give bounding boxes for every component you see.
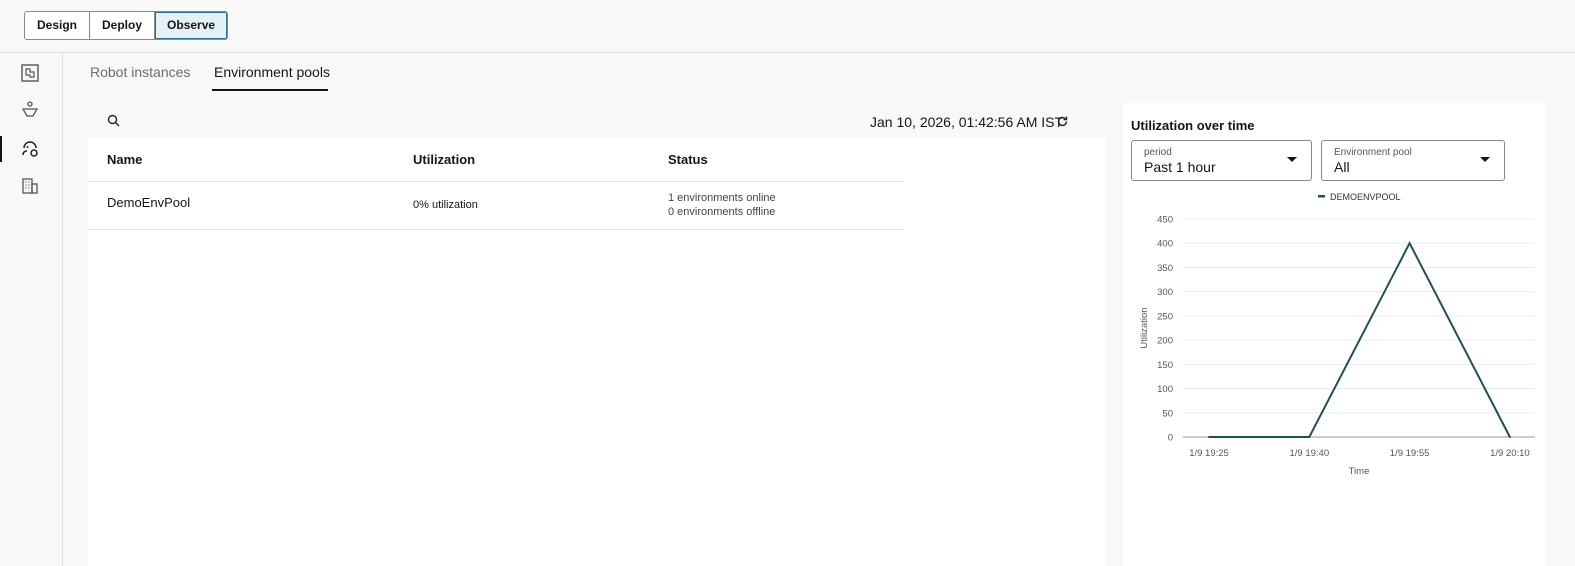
chevron-down-icon [1287,157,1297,162]
y-tick-label: 300 [1157,287,1173,298]
column-header-status[interactable]: Status [668,152,708,167]
data-point [1408,242,1411,245]
search-icon[interactable] [107,114,120,127]
x-tick-label: 1/9 19:40 [1289,448,1329,459]
y-tick-label: 400 [1157,239,1173,250]
x-tick-label: 1/9 19:25 [1189,448,1229,459]
y-axis-title: Utilization [1139,307,1150,348]
x-tick-label: 1/9 19:55 [1390,448,1430,459]
last-refreshed-timestamp: Jan 10, 2026, 01:42:56 AM IST [870,114,1064,130]
sidebar [0,53,63,566]
observe-button[interactable]: Observe [155,12,228,39]
y-tick-label: 450 [1157,215,1173,226]
tab-environment-pools[interactable]: Environment pools [214,64,330,80]
building-icon[interactable] [20,176,40,196]
environment-pool-value: All [1334,159,1350,175]
period-label: period [1144,147,1172,158]
chevron-down-icon [1480,157,1490,162]
robot-deploy-icon[interactable] [20,100,40,120]
panel-title: Utilization over time [1131,118,1255,133]
legend-swatch [1318,195,1325,198]
utilization-chart: DEMOENVPOOL 0 50 100 150 200 250 300 350 400 450 1/… [1139,192,1535,477]
y-tick-label: 150 [1157,360,1173,371]
x-axis-title: Time [1349,466,1370,477]
period-value: Past 1 hour [1144,159,1216,175]
design-button[interactable]: Design [25,12,91,39]
tab-robot-instances[interactable]: Robot instances [90,64,190,80]
data-point [1208,436,1210,438]
legend-label: DEMOENVPOOL [1330,192,1401,202]
y-tick-label: 250 [1157,311,1173,322]
data-point [1508,436,1511,438]
y-tick-label: 350 [1157,263,1173,274]
x-tick-label: 1/9 20:10 [1490,448,1530,459]
sidebar-selection-indicator [0,136,2,162]
pool-name[interactable]: DemoEnvPool [107,195,190,210]
deploy-button[interactable]: Deploy [90,12,156,39]
pool-status-offline: 0 environments offline [668,206,776,218]
divider [88,229,904,230]
environment-pools-table [88,138,1106,566]
active-tab-indicator [212,89,328,91]
column-header-name[interactable]: Name [107,152,142,167]
y-tick-label: 50 [1162,408,1173,419]
mode-switcher: Design Deploy Observe [24,11,229,40]
robot-observe-icon[interactable] [20,138,40,158]
column-header-utilization[interactable]: Utilization [413,152,475,167]
y-tick-label: 0 [1168,433,1173,444]
y-tick-label: 100 [1157,384,1173,395]
y-tick-label: 200 [1157,336,1173,347]
puzzle-icon[interactable] [20,63,40,83]
pool-status-online: 1 environments online [668,192,776,204]
pool-utilization: 0% utilization [413,199,478,211]
data-point [1308,436,1311,438]
period-select[interactable]: period Past 1 hour [1131,140,1312,181]
environment-pool-select[interactable]: Environment pool All [1321,140,1505,181]
divider [88,181,904,182]
refresh-icon[interactable] [1056,115,1069,128]
top-bar [0,0,1575,53]
environment-pool-label: Environment pool [1334,147,1412,158]
